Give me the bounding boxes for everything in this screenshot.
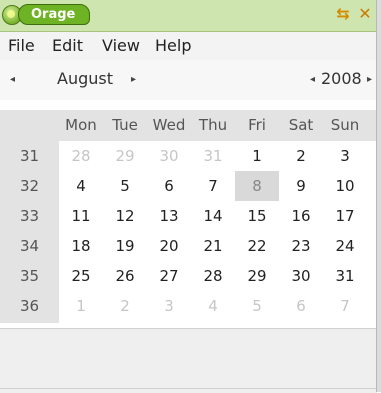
day-cell[interactable]: 2	[279, 141, 323, 171]
title-bar[interactable]: Orage ⇆ ✕	[0, 0, 381, 32]
day-cell[interactable]: 5	[235, 291, 279, 321]
prev-month-arrow-icon[interactable]: ◂	[10, 73, 15, 87]
day-cell[interactable]: 31	[323, 261, 367, 291]
day-cell[interactable]: 28	[59, 141, 103, 171]
day-cell[interactable]: 12	[103, 201, 147, 231]
month-label[interactable]: August	[57, 68, 113, 90]
window-title: Orage	[18, 4, 91, 25]
close-icon[interactable]: ✕	[356, 5, 374, 23]
day-cell[interactable]: 24	[323, 231, 367, 261]
week-number: 35	[19, 267, 40, 285]
day-header-mon: Mon	[65, 116, 97, 134]
day-cell[interactable]: 31	[191, 141, 235, 171]
prev-year-arrow-icon[interactable]: ◂	[310, 73, 315, 87]
menu-bar: File Edit View Help	[0, 32, 377, 61]
day-header-wed: Wed	[152, 116, 186, 134]
day-cell[interactable]: 30	[147, 141, 191, 171]
day-cell-selected[interactable]: 8	[235, 171, 279, 201]
day-cell[interactable]: 2	[103, 291, 147, 321]
restore-icon[interactable]: ⇆	[334, 5, 352, 23]
menu-edit[interactable]: Edit	[52, 36, 83, 56]
menu-file[interactable]: File	[8, 36, 35, 56]
day-cell[interactable]: 9	[279, 171, 323, 201]
day-cell[interactable]: 13	[147, 201, 191, 231]
day-cell[interactable]: 10	[323, 171, 367, 201]
day-cell[interactable]: 21	[191, 231, 235, 261]
calendar-grid: Mon Tue Wed Thu Fri Sat Sun 31 28 29 30 31 1 2 3 32 4 5 6…	[0, 100, 377, 328]
day-cell[interactable]: 16	[279, 201, 323, 231]
day-cell[interactable]: 19	[103, 231, 147, 261]
day-cell[interactable]: 18	[59, 231, 103, 261]
day-cell[interactable]: 15	[235, 201, 279, 231]
day-header-sun: Sun	[330, 116, 360, 134]
day-cell[interactable]: 7	[323, 291, 367, 321]
calendar-navigation: ◂ August ▸ ◂ 2008 ▸	[0, 60, 377, 100]
week-number: 36	[19, 297, 40, 315]
day-cell[interactable]: 17	[323, 201, 367, 231]
orage-window: Orage ⇆ ✕ File Edit View Help ◂ August ▸…	[0, 0, 381, 393]
year-label[interactable]: 2008	[321, 68, 362, 90]
menu-view[interactable]: View	[102, 36, 140, 56]
day-cell[interactable]: 11	[59, 201, 103, 231]
day-cell[interactable]: 6	[147, 171, 191, 201]
week-row: 36 1 2 3 4 5 6 7	[0, 291, 377, 321]
day-cell[interactable]: 30	[279, 261, 323, 291]
day-cell[interactable]: 3	[323, 141, 367, 171]
day-header-thu: Thu	[198, 116, 228, 134]
day-cell[interactable]: 26	[103, 261, 147, 291]
day-cell[interactable]: 6	[279, 291, 323, 321]
day-cell[interactable]: 23	[279, 231, 323, 261]
day-cell[interactable]: 29	[103, 141, 147, 171]
week-row: 33 11 12 13 14 15 16 17	[0, 201, 377, 231]
window-edge	[376, 0, 381, 392]
day-header-sat: Sat	[288, 116, 314, 134]
divider	[0, 388, 377, 389]
day-cell[interactable]: 22	[235, 231, 279, 261]
next-month-arrow-icon[interactable]: ▸	[131, 73, 136, 87]
day-cell[interactable]: 28	[191, 261, 235, 291]
week-row: 34 18 19 20 21 22 23 24	[0, 231, 377, 261]
day-cell[interactable]: 25	[59, 261, 103, 291]
day-cell[interactable]: 3	[147, 291, 191, 321]
day-cell[interactable]: 20	[147, 231, 191, 261]
day-header-tue: Tue	[112, 116, 138, 134]
day-cell[interactable]: 1	[59, 291, 103, 321]
week-row: 31 28 29 30 31 1 2 3	[0, 141, 377, 171]
week-number: 33	[19, 207, 40, 225]
week-number: 34	[19, 237, 40, 255]
day-header-fri: Fri	[248, 116, 266, 134]
week-row: 35 25 26 27 28 29 30 31	[0, 261, 377, 291]
week-number: 32	[19, 177, 40, 195]
day-header-row: Mon Tue Wed Thu Fri Sat Sun	[59, 110, 377, 141]
week-row: 32 4 5 6 7 8 9 10	[0, 171, 377, 201]
day-cell[interactable]: 4	[59, 171, 103, 201]
day-cell[interactable]: 14	[191, 201, 235, 231]
day-cell[interactable]: 1	[235, 141, 279, 171]
week-number: 31	[19, 147, 40, 165]
status-area	[0, 328, 377, 393]
day-cell[interactable]: 7	[191, 171, 235, 201]
day-cell[interactable]: 4	[191, 291, 235, 321]
day-cell[interactable]: 29	[235, 261, 279, 291]
day-cell[interactable]: 27	[147, 261, 191, 291]
day-cell[interactable]: 5	[103, 171, 147, 201]
next-year-arrow-icon[interactable]: ▸	[367, 73, 372, 87]
menu-help[interactable]: Help	[155, 36, 191, 56]
